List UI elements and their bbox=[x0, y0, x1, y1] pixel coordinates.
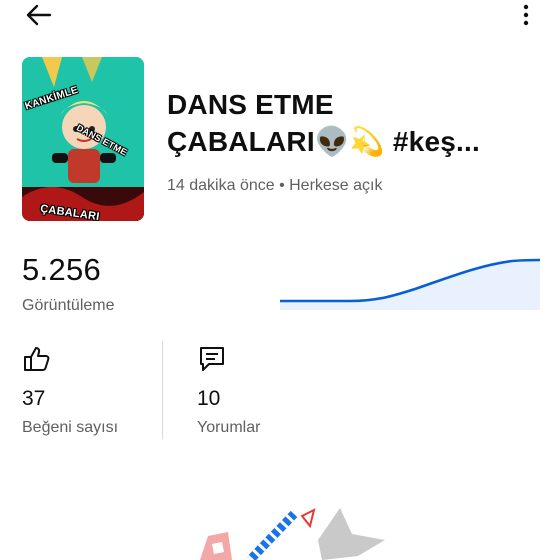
thumbnail-art bbox=[22, 57, 144, 221]
comments-stat bbox=[197, 344, 227, 374]
stats-divider bbox=[162, 341, 163, 439]
likes-label: Beğeni sayısı bbox=[22, 419, 119, 436]
decorative-illustration bbox=[200, 508, 385, 560]
video-title: DANS ETME ÇABALARI👽💫 #keş... bbox=[167, 86, 547, 160]
views-count: 5.256 bbox=[22, 252, 102, 287]
more-vertical-icon bbox=[523, 4, 529, 26]
more-options-button[interactable] bbox=[510, 0, 542, 30]
likes-stat bbox=[22, 344, 52, 374]
comments-label: Yorumlar bbox=[197, 419, 261, 436]
comment-icon bbox=[200, 347, 224, 371]
thumbs-up-icon bbox=[24, 347, 50, 371]
views-label: Görüntüleme bbox=[22, 297, 115, 314]
back-button[interactable] bbox=[18, 0, 58, 30]
likes-count: 37 bbox=[22, 387, 46, 410]
video-thumbnail[interactable]: KANKİMLE DANS ETME ÇABALARI bbox=[22, 57, 144, 221]
views-sparkline bbox=[280, 258, 540, 310]
comments-count: 10 bbox=[197, 387, 221, 410]
video-meta: 14 dakika önce • Herkese açık bbox=[167, 177, 383, 194]
video-title-line-1: DANS ETME bbox=[167, 89, 334, 120]
video-title-line-2: ÇABALARI👽💫 #keş... bbox=[167, 126, 480, 157]
arrow-left-icon bbox=[26, 4, 52, 26]
